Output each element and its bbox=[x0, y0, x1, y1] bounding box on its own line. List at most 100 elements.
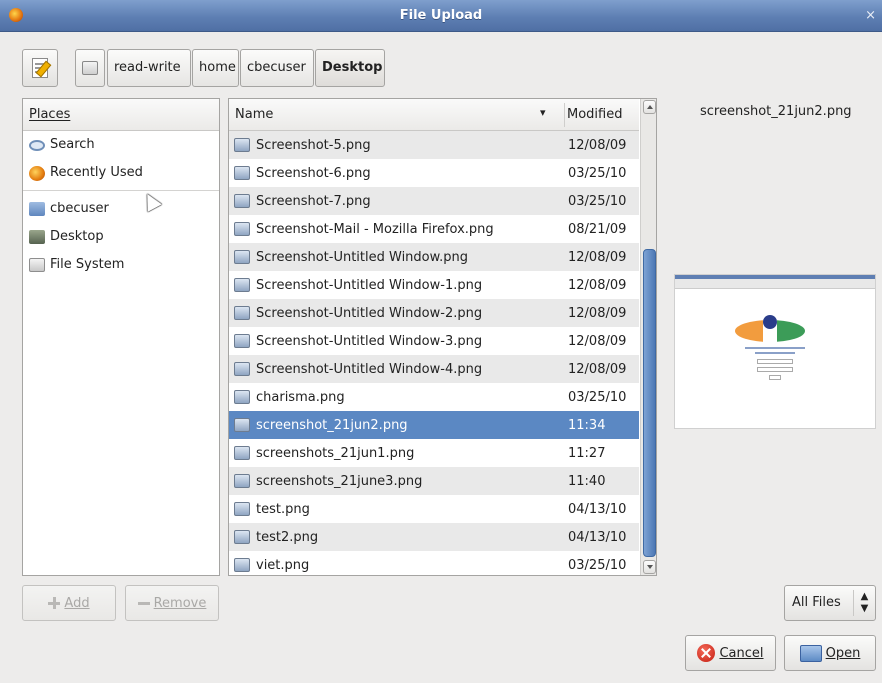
file-row[interactable]: Screenshot-Untitled Window.png 12/08/09 bbox=[229, 243, 639, 271]
updown-chevron-icon: ▲ ▼ bbox=[853, 590, 875, 616]
file-modified: 12/08/09 bbox=[568, 361, 627, 377]
preview-input bbox=[757, 367, 793, 372]
file-row[interactable]: test2.png 04/13/10 bbox=[229, 523, 639, 551]
drive-icon bbox=[82, 61, 98, 75]
edit-location-button[interactable] bbox=[22, 49, 58, 87]
image-file-icon bbox=[234, 306, 250, 320]
file-row[interactable]: Screenshot-6.png 03/25/10 bbox=[229, 159, 639, 187]
file-modified: 04/13/10 bbox=[568, 501, 627, 517]
crumb-drive-button[interactable] bbox=[75, 49, 105, 87]
file-row[interactable]: Screenshot-Mail - Mozilla Firefox.png 08/… bbox=[229, 215, 639, 243]
column-name-header[interactable]: Name bbox=[235, 107, 273, 122]
preview-line bbox=[755, 352, 795, 354]
file-type-filter[interactable]: All Files ▲ ▼ bbox=[784, 585, 876, 621]
crumb-cbecuser[interactable]: cbecuser bbox=[240, 49, 314, 87]
file-row[interactable]: charisma.png 03/25/10 bbox=[229, 383, 639, 411]
file-modified: 12/08/09 bbox=[568, 305, 627, 321]
file-list-scrollbar[interactable] bbox=[640, 99, 656, 575]
column-modified-header[interactable]: Modified bbox=[567, 107, 622, 122]
open-button[interactable]: Open bbox=[784, 635, 876, 671]
image-file-icon bbox=[234, 474, 250, 488]
preview-input bbox=[757, 359, 793, 364]
places-item-desktop[interactable]: Desktop bbox=[23, 223, 219, 251]
image-file-icon bbox=[234, 222, 250, 236]
filesystem-icon bbox=[29, 258, 45, 272]
places-separator bbox=[23, 190, 219, 191]
file-modified: 12/08/09 bbox=[568, 249, 627, 265]
scroll-up-icon[interactable] bbox=[643, 100, 656, 114]
file-modified: 11:34 bbox=[568, 417, 606, 433]
open-button-label: Open bbox=[825, 645, 861, 661]
remove-bookmark-button[interactable]: Remove bbox=[125, 585, 219, 621]
file-row[interactable]: screenshots_21june3.png 11:40 bbox=[229, 467, 639, 495]
image-file-icon bbox=[234, 362, 250, 376]
cancel-icon bbox=[697, 644, 716, 662]
file-modified: 03/25/10 bbox=[568, 389, 627, 405]
places-item-label: File System bbox=[50, 257, 125, 272]
title-bar: File Upload × bbox=[0, 0, 882, 32]
image-file-icon bbox=[234, 138, 250, 152]
file-list: Name ▾ Modified Screenshot-5.png 12/08/09… bbox=[228, 98, 657, 576]
file-row[interactable]: Screenshot-7.png 03/25/10 bbox=[229, 187, 639, 215]
image-file-icon bbox=[234, 558, 250, 572]
file-modified: 11:27 bbox=[568, 445, 606, 461]
file-modified: 11:40 bbox=[568, 473, 606, 489]
image-file-icon bbox=[234, 166, 250, 180]
file-modified: 12/08/09 bbox=[568, 137, 627, 153]
places-header[interactable]: Places bbox=[23, 99, 219, 131]
image-file-icon bbox=[234, 530, 250, 544]
file-list-header: Name ▾ Modified bbox=[229, 99, 639, 131]
places-panel: Places Search Recently Used cbecuser Des… bbox=[22, 98, 220, 576]
image-file-icon bbox=[234, 334, 250, 348]
file-rows: Screenshot-5.png 12/08/09 Screenshot-6.png… bbox=[229, 131, 639, 575]
places-item-search[interactable]: Search bbox=[23, 131, 219, 159]
preview-button bbox=[769, 375, 781, 380]
crumb-read-write[interactable]: read-write bbox=[107, 49, 191, 87]
places-item-file-system[interactable]: File System bbox=[23, 251, 219, 279]
file-modified: 08/21/09 bbox=[568, 221, 627, 237]
places-item-label: Recently Used bbox=[50, 165, 143, 180]
window-title: File Upload bbox=[399, 8, 483, 23]
file-row[interactable]: screenshots_21jun1.png 11:27 bbox=[229, 439, 639, 467]
file-row[interactable]: Screenshot-Untitled Window-2.png 12/08/09 bbox=[229, 299, 639, 327]
preview-image bbox=[674, 274, 876, 429]
home-folder-icon bbox=[29, 202, 45, 216]
remove-icon bbox=[137, 601, 150, 605]
file-modified: 03/25/10 bbox=[568, 193, 627, 209]
cancel-button[interactable]: Cancel bbox=[685, 635, 776, 671]
close-icon[interactable]: × bbox=[865, 8, 876, 23]
file-row[interactable]: Screenshot-5.png 12/08/09 bbox=[229, 131, 639, 159]
image-file-icon bbox=[234, 446, 250, 460]
file-row[interactable]: viet.png 03/25/10 bbox=[229, 551, 639, 575]
places-header-label: Places bbox=[29, 107, 71, 122]
cancel-button-label: Cancel bbox=[719, 645, 764, 661]
places-item-label: Search bbox=[50, 137, 95, 152]
add-icon bbox=[48, 597, 61, 609]
filter-selected-label: All Files bbox=[792, 595, 841, 610]
image-file-icon bbox=[234, 250, 250, 264]
crumb-home[interactable]: home bbox=[192, 49, 239, 87]
file-row[interactable]: screenshot_21jun2.png 11:34 bbox=[229, 411, 639, 439]
places-item-cbecuser[interactable]: cbecuser bbox=[23, 195, 219, 223]
add-bookmark-button[interactable]: Add bbox=[22, 585, 116, 621]
scroll-down-icon[interactable] bbox=[643, 560, 656, 574]
file-row[interactable]: Screenshot-Untitled Window-1.png 12/08/09 bbox=[229, 271, 639, 299]
desktop-icon bbox=[29, 230, 45, 244]
open-folder-icon bbox=[799, 644, 822, 662]
scrollbar-thumb[interactable] bbox=[643, 249, 656, 557]
sort-descending-icon: ▾ bbox=[540, 106, 546, 119]
edit-location-icon bbox=[32, 58, 48, 78]
file-modified: 12/08/09 bbox=[568, 333, 627, 349]
file-row[interactable]: Screenshot-Untitled Window-3.png 12/08/09 bbox=[229, 327, 639, 355]
file-modified: 03/25/10 bbox=[568, 165, 627, 181]
crumb-desktop[interactable]: Desktop bbox=[315, 49, 385, 87]
file-modified: 04/13/10 bbox=[568, 529, 627, 545]
preview-toolbar bbox=[675, 279, 875, 289]
recent-icon bbox=[29, 165, 45, 181]
preview-line bbox=[745, 347, 805, 349]
file-row[interactable]: Screenshot-Untitled Window-4.png 12/08/09 bbox=[229, 355, 639, 383]
places-item-label: cbecuser bbox=[50, 201, 109, 216]
file-row[interactable]: test.png 04/13/10 bbox=[229, 495, 639, 523]
places-item-recently-used[interactable]: Recently Used bbox=[23, 159, 219, 187]
preview-seal bbox=[763, 315, 777, 329]
